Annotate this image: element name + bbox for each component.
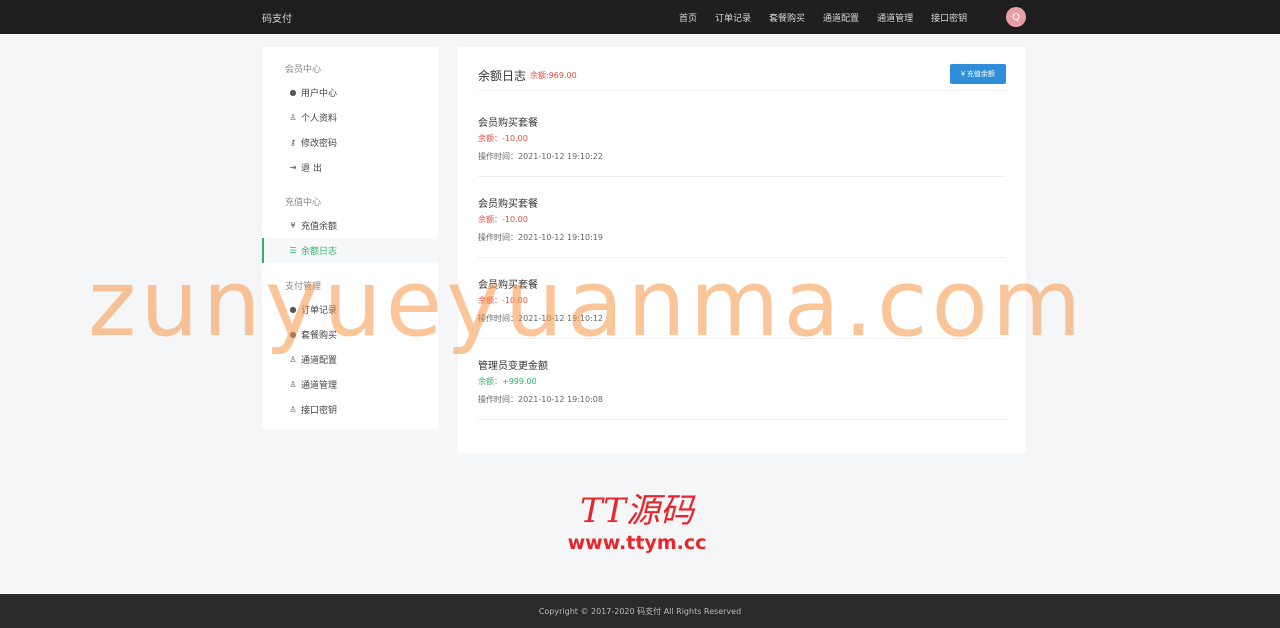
sidebar-item-channel-manage[interactable]: ♙ 通道管理 [262, 372, 438, 397]
sidebar-item-label: 用户中心 [301, 89, 338, 99]
copyright-text: Copyright © 2017-2020 码支付 All Rights Res… [538, 606, 742, 616]
recharge-button[interactable]: ¥ 充值余额 [950, 64, 1006, 84]
site-logo: TT源码 www.ttym.cc [562, 494, 712, 554]
sidebar-item-label: 通道管理 [301, 381, 338, 391]
nav-channel-manage[interactable]: 通道管理 [877, 11, 913, 24]
sidebar-item-change-password[interactable]: ⚷ 修改密码 [262, 130, 438, 155]
log-amount: 余额：-10.00 [478, 134, 528, 143]
sidebar-item-user-center[interactable]: ● 用户中心 [262, 80, 438, 105]
sidebar-item-label: 修改密码 [301, 139, 338, 149]
log-amount: 余额：-10.00 [478, 215, 528, 224]
log-title: 会员购买套餐 [478, 118, 538, 129]
balance-value: 余额:969.00 [530, 71, 577, 80]
log-title: 管理员变更金额 [478, 361, 548, 372]
sidebar: 会员中心 ● 用户中心 ♙ 个人资料 ⚷ 修改密码 ⇥ 退 出 充值中心 ¥ 充… [262, 47, 438, 429]
sidebar-item-label: 退 出 [301, 164, 322, 174]
avatar[interactable]: Q [1006, 7, 1026, 27]
log-amount: 余额：+999.00 [478, 377, 537, 386]
logo-url-text: www.ttym.cc [567, 532, 707, 554]
nav-channel-config[interactable]: 通道配置 [823, 11, 859, 24]
sidebar-item-api-key[interactable]: ♙ 接口密钥 [262, 397, 438, 422]
brand-logo[interactable]: 码支付 [262, 10, 292, 25]
log-time: 操作时间：2021-10-12 19:10:22 [478, 152, 603, 161]
logout-icon: ⇥ [289, 163, 297, 172]
sidebar-item-label: 接口密钥 [301, 406, 338, 416]
sidebar-item-label: 充值余额 [301, 222, 338, 232]
key-icon: ⚷ [290, 138, 296, 147]
user-icon: ♙ [289, 405, 297, 414]
yen-icon: ¥ [290, 221, 296, 230]
list-item: 会员购买套餐 余额：-10.00 操作时间：2021-10-12 19:10:1… [478, 177, 1006, 258]
watermark-text: zunyueyuanma.com [88, 250, 1086, 357]
list-item: 会员购买套餐 余额：-10.00 操作时间：2021-10-12 19:10:2… [478, 96, 1006, 177]
sidebar-item-label: 个人资料 [301, 114, 338, 124]
log-time: 操作时间：2021-10-12 19:10:08 [478, 395, 603, 404]
user-icon: ♙ [289, 380, 297, 389]
section-title-recharge: 充值中心 [285, 198, 322, 208]
footer: Copyright © 2017-2020 码支付 All Rights Res… [0, 594, 1280, 628]
nav-api-key[interactable]: 接口密钥 [931, 11, 967, 24]
divider [478, 90, 1006, 91]
page-title: 余额日志 [478, 69, 527, 83]
sidebar-item-recharge[interactable]: ¥ 充值余额 [262, 213, 438, 238]
nav-home[interactable]: 首页 [679, 11, 697, 24]
top-navbar: 码支付 首页 订单记录 套餐购买 通道配置 通道管理 接口密钥 Q [0, 0, 1280, 34]
top-nav: 首页 订单记录 套餐购买 通道配置 通道管理 接口密钥 [670, 0, 976, 34]
sidebar-item-profile[interactable]: ♙ 个人资料 [262, 105, 438, 130]
user-icon: ♙ [289, 113, 297, 122]
sidebar-item-logout[interactable]: ⇥ 退 出 [262, 155, 438, 180]
nav-packages[interactable]: 套餐购买 [769, 11, 805, 24]
nav-orders[interactable]: 订单记录 [715, 11, 751, 24]
log-time: 操作时间：2021-10-12 19:10:19 [478, 233, 603, 242]
logo-main-text: TT源码 [580, 491, 694, 531]
user-circle-icon: ● [289, 88, 297, 97]
section-title-member: 会员中心 [285, 65, 322, 75]
log-title: 会员购买套餐 [478, 199, 538, 210]
